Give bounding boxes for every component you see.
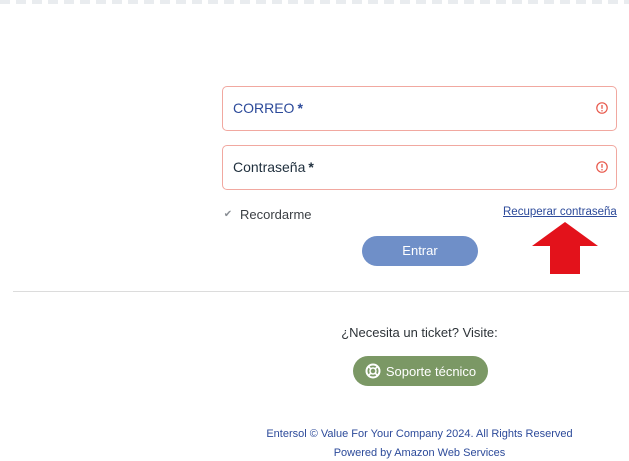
exclamation-circle-icon (596, 161, 608, 173)
support-button-label: Soporte técnico (385, 363, 477, 379)
remember-me[interactable]: ✔ Recordarme (222, 205, 312, 223)
top-border (0, 0, 629, 4)
remember-label: Recordarme (240, 206, 312, 222)
password-field[interactable]: Contraseña * (222, 145, 617, 190)
email-field[interactable]: CORREO * (222, 86, 617, 131)
remember-checkbox[interactable]: ✔ (222, 208, 234, 220)
email-label: CORREO * (233, 100, 303, 116)
exclamation-circle-icon (596, 102, 608, 114)
password-label: Contraseña * (233, 159, 314, 175)
recover-password-link[interactable]: Recuperar contraseña (503, 206, 617, 218)
required-marker: * (297, 100, 303, 116)
divider (13, 291, 629, 292)
life-ring-icon (365, 363, 381, 379)
required-marker: * (308, 159, 314, 175)
copyright-text: Entersol © Value For Your Company 2024. … (266, 428, 573, 440)
login-button[interactable]: Entrar (362, 236, 478, 266)
ticket-prompt: ¿Necesita un ticket? Visite: (341, 325, 498, 340)
support-button[interactable]: Soporte técnico (353, 356, 488, 386)
red-up-arrow-icon (532, 222, 598, 274)
powered-by-text: Powered by Amazon Web Services (333, 447, 506, 459)
